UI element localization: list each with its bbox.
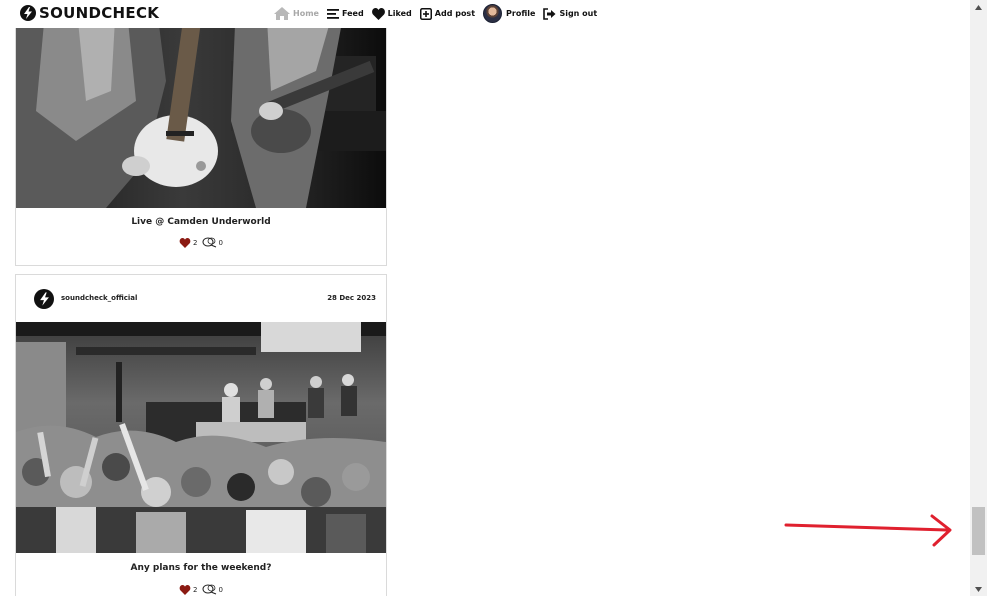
nav-home[interactable]: Home xyxy=(274,7,319,20)
post-caption: Live @ Camden Underworld xyxy=(131,217,271,227)
nav-sign-out[interactable]: Sign out xyxy=(543,7,598,20)
post-stats: 2 0 xyxy=(16,237,386,248)
nav-liked[interactable]: Liked xyxy=(371,7,412,20)
nav-add-post-label: Add post xyxy=(434,9,476,18)
comment-count: 0 xyxy=(218,585,223,594)
comment-button[interactable]: 0 xyxy=(202,584,223,595)
nav-liked-label: Liked xyxy=(387,9,412,18)
profile-avatar xyxy=(483,4,503,23)
sign-out-icon xyxy=(543,7,556,20)
vertical-scrollbar[interactable] xyxy=(970,0,987,596)
nav-profile[interactable]: Profile xyxy=(483,4,535,23)
menu-lines-icon xyxy=(326,8,339,19)
post-caption: Any plans for the weekend? xyxy=(130,563,272,573)
nav-add-post[interactable]: Add post xyxy=(419,7,476,20)
comment-count: 0 xyxy=(218,238,223,247)
annotation-arrow-icon xyxy=(784,514,952,547)
brand-name: SOUNDCHECK xyxy=(39,4,160,22)
post-stats: 2 0 xyxy=(16,584,386,595)
post-image[interactable] xyxy=(16,322,386,553)
post-card: Live @ Camden Underworld 2 0 xyxy=(15,0,387,266)
heart-icon xyxy=(371,7,385,20)
plus-square-icon xyxy=(419,7,432,20)
brand-link[interactable]: SOUNDCHECK xyxy=(20,4,159,22)
nav-feed-label: Feed xyxy=(341,9,364,18)
nav-feed[interactable]: Feed xyxy=(326,8,364,19)
scroll-down-arrow-icon[interactable] xyxy=(970,582,987,596)
nav-sign-out-label: Sign out xyxy=(559,9,598,18)
nav-home-label: Home xyxy=(293,9,319,18)
like-button[interactable]: 2 xyxy=(179,237,198,248)
comment-button[interactable]: 0 xyxy=(202,237,223,248)
author-avatar[interactable] xyxy=(34,289,54,309)
nav-profile-label: Profile xyxy=(506,9,536,18)
comment-bubble-icon xyxy=(202,237,216,248)
post-author[interactable]: soundcheck_official xyxy=(61,294,137,302)
heart-icon xyxy=(179,237,191,248)
navbar: SOUNDCHECK Home Feed Liked Add post Prof… xyxy=(0,0,970,28)
like-button[interactable]: 2 xyxy=(179,584,198,595)
post-header: soundcheck_official 28 Dec 2023 xyxy=(16,275,386,322)
like-count: 2 xyxy=(193,585,198,594)
lightning-logo-icon xyxy=(20,5,36,21)
scrollbar-thumb[interactable] xyxy=(972,507,985,555)
post-date: 28 Dec 2023 xyxy=(327,294,376,302)
scroll-up-arrow-icon[interactable] xyxy=(970,0,987,14)
post-card: soundcheck_official 28 Dec 2023 Any plan… xyxy=(15,274,387,596)
comment-bubble-icon xyxy=(202,584,216,595)
heart-icon xyxy=(179,584,191,595)
home-icon xyxy=(274,7,290,20)
lightning-logo-icon xyxy=(39,292,49,306)
post-image[interactable] xyxy=(16,0,386,208)
like-count: 2 xyxy=(193,238,198,247)
main-nav: Home Feed Liked Add post Profile Sign ou… xyxy=(274,4,605,23)
